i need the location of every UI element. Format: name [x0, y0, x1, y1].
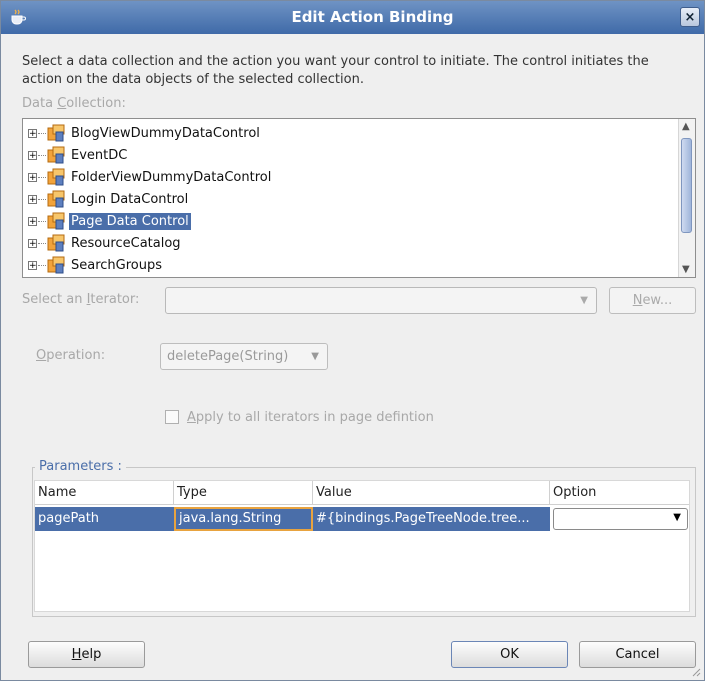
new-iterator-button[interactable]: New... — [609, 287, 696, 314]
close-icon[interactable]: × — [680, 7, 700, 27]
iterator-select[interactable]: ▼ — [165, 287, 597, 314]
column-header-option[interactable]: Option — [550, 481, 689, 505]
tree-item[interactable]: + EventDC — [28, 144, 129, 166]
tree-item-label: EventDC — [71, 147, 128, 163]
data-collection-tree[interactable]: + BlogViewDummyDataControl + EventDC + F… — [22, 118, 696, 278]
expand-plus-icon[interactable]: + — [28, 194, 37, 204]
tree-item-label: Login DataControl — [71, 191, 189, 207]
apply-all-label[interactable]: Apply to all iterators in page defintion — [187, 410, 434, 425]
parameters-legend: Parameters : — [35, 459, 126, 474]
expand-plus-icon[interactable]: + — [28, 260, 37, 270]
scroll-up-icon[interactable]: ▲ — [682, 121, 690, 132]
data-control-icon — [47, 234, 65, 252]
param-value-cell[interactable]: #{bindings.PageTreeNode.tree... — [313, 507, 550, 531]
data-collection-label: Data Collection: — [22, 96, 126, 111]
tree-item-label: Page Data Control — [69, 212, 191, 230]
tree-scrollbar[interactable]: ▲ ▼ — [678, 119, 695, 277]
data-control-icon — [47, 168, 65, 186]
data-control-icon — [47, 256, 65, 274]
operation-value: deletePage(String) — [167, 349, 289, 364]
tree-item-label: ResourceCatalog — [71, 235, 181, 251]
expand-plus-icon[interactable]: + — [28, 216, 37, 226]
data-control-icon — [47, 146, 65, 164]
column-header-value[interactable]: Value — [313, 481, 550, 505]
tree-item-label: BlogViewDummyDataControl — [71, 125, 260, 141]
tree-item[interactable]: + Login DataControl — [28, 188, 190, 210]
scroll-down-icon[interactable]: ▼ — [682, 264, 690, 275]
title-bar[interactable]: Edit Action Binding × — [1, 1, 704, 34]
dialog-title: Edit Action Binding — [291, 8, 454, 26]
help-button[interactable]: Help — [28, 641, 145, 668]
resize-grip-icon[interactable] — [691, 667, 701, 677]
expand-plus-icon[interactable]: + — [28, 128, 37, 138]
dialog-description: Select a data collection and the action … — [22, 54, 649, 87]
cancel-button[interactable]: Cancel — [579, 641, 696, 668]
expand-plus-icon[interactable]: + — [28, 172, 37, 182]
chevron-down-icon: ▼ — [580, 295, 588, 306]
iterator-label: Select an Iterator: — [22, 292, 140, 307]
tree-item-label: SearchGroups — [71, 257, 163, 273]
scroll-thumb[interactable] — [681, 138, 692, 233]
tree-item[interactable]: + ResourceCatalog — [28, 232, 183, 254]
column-header-name[interactable]: Name — [35, 481, 174, 505]
operation-label: Operation: — [36, 348, 106, 363]
column-header-type[interactable]: Type — [174, 481, 313, 505]
tree-item[interactable]: + BlogViewDummyDataControl — [28, 122, 262, 144]
tree-item-label: FolderViewDummyDataControl — [71, 169, 272, 185]
parameters-table[interactable]: Name Type Value Option pagePath java.lan… — [34, 480, 690, 612]
tree-item[interactable]: + FolderViewDummyDataControl — [28, 166, 273, 188]
tree-item-selected[interactable]: + Page Data Control — [28, 210, 191, 232]
param-option-select[interactable]: ▼ — [553, 508, 688, 530]
expand-plus-icon[interactable]: + — [28, 238, 37, 248]
param-type-cell[interactable]: java.lang.String — [174, 507, 313, 531]
data-control-icon — [47, 212, 65, 230]
expand-plus-icon[interactable]: + — [28, 150, 37, 160]
ok-button[interactable]: OK — [451, 641, 568, 668]
data-control-icon — [47, 124, 65, 142]
chevron-down-icon: ▼ — [311, 351, 319, 362]
operation-select[interactable]: deletePage(String) ▼ — [160, 343, 328, 370]
edit-action-binding-dialog: Edit Action Binding × Select a data coll… — [0, 0, 705, 681]
apply-all-checkbox[interactable] — [165, 410, 179, 424]
data-control-icon — [47, 190, 65, 208]
chevron-down-icon: ▼ — [673, 512, 681, 523]
param-name-cell[interactable]: pagePath — [35, 507, 174, 531]
tree-item[interactable]: + SearchGroups — [28, 254, 164, 276]
